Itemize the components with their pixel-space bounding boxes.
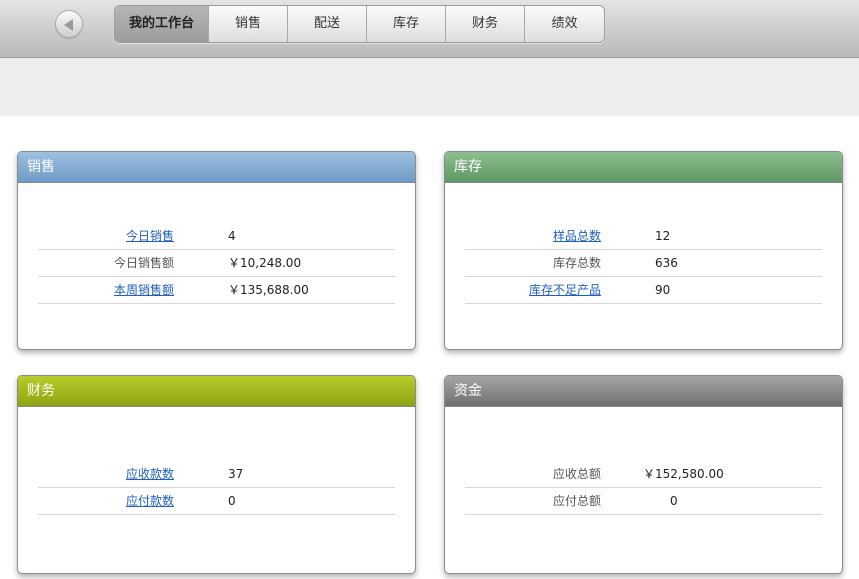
list-item: 今日销售 4	[38, 223, 395, 250]
tab-inventory[interactable]: 库存	[367, 6, 446, 42]
today-sales-amount-value: ￥10,248.00	[228, 256, 302, 270]
receivables-count-value: 37	[228, 467, 244, 481]
receivable-total-value: ￥152,580.00	[643, 467, 724, 481]
tab-finance[interactable]: 财务	[446, 6, 525, 42]
sample-total-value: 12	[655, 229, 671, 243]
low-stock-link[interactable]: 库存不足产品	[529, 277, 601, 304]
inventory-rows: 样品总数 12 库存总数 636 库存不足产品 90	[465, 223, 822, 304]
list-item: 本周销售额 ￥135,688.00	[38, 277, 395, 304]
tab-my-workbench[interactable]: 我的工作台	[115, 6, 209, 42]
tab-delivery[interactable]: 配送	[288, 6, 367, 42]
tab-sales[interactable]: 销售	[209, 6, 288, 42]
list-item: 库存总数 636	[465, 250, 822, 277]
payable-total-value: 0	[670, 494, 678, 508]
list-item: 样品总数 12	[465, 223, 822, 250]
finance-rows: 应收款数 37 应付款数 0	[38, 461, 395, 515]
receivable-total-label: 应收总额	[552, 467, 601, 481]
stock-total-value: 636	[655, 256, 678, 270]
inventory-panel: 库存 样品总数 12 库存总数 636 库存不足产品 90	[444, 151, 843, 350]
list-item: 应收款数 37	[38, 461, 395, 488]
back-arrow-icon[interactable]	[55, 10, 83, 38]
receivables-count-link[interactable]: 应收款数	[126, 461, 174, 488]
list-item: 库存不足产品 90	[465, 277, 822, 304]
inventory-panel-title: 库存	[445, 152, 842, 183]
sub-toolbar	[0, 58, 859, 116]
finance-panel-title: 财务	[18, 376, 415, 407]
sales-panel: 销售 今日销售 4 今日销售额 ￥10,248.00 本周销售额 ￥135,68…	[17, 151, 416, 350]
funds-rows: 应收总额 ￥152,580.00 应付总额 0	[465, 461, 822, 515]
payables-count-value: 0	[228, 494, 236, 508]
stock-total-label: 库存总数	[552, 256, 601, 270]
sample-total-link[interactable]: 样品总数	[553, 223, 601, 250]
low-stock-value: 90	[655, 283, 671, 297]
payable-total-label: 应付总额	[552, 494, 601, 508]
today-sales-amount-label: 今日销售额	[113, 256, 174, 270]
payables-count-link[interactable]: 应付款数	[126, 488, 174, 515]
list-item: 今日销售额 ￥10,248.00	[38, 250, 395, 277]
list-item: 应收总额 ￥152,580.00	[465, 461, 822, 488]
list-item: 应付总额 0	[465, 488, 822, 515]
today-sales-value: 4	[228, 229, 236, 243]
sales-panel-title: 销售	[18, 152, 415, 183]
sales-rows: 今日销售 4 今日销售额 ￥10,248.00 本周销售额 ￥135,688.0…	[38, 223, 395, 304]
funds-panel-title: 资金	[445, 376, 842, 407]
top-toolbar: 我的工作台 销售 配送 库存 财务 绩效	[0, 0, 859, 58]
list-item: 应付款数 0	[38, 488, 395, 515]
today-sales-link[interactable]: 今日销售	[126, 223, 174, 250]
finance-panel: 财务 应收款数 37 应付款数 0	[17, 375, 416, 574]
back-arrow-glyph	[64, 19, 73, 31]
week-sales-amount-link[interactable]: 本周销售额	[114, 277, 174, 304]
main-nav-tabs: 我的工作台 销售 配送 库存 财务 绩效	[114, 5, 605, 43]
funds-panel: 资金 应收总额 ￥152,580.00 应付总额 0	[444, 375, 843, 574]
week-sales-amount-value: ￥135,688.00	[228, 283, 309, 297]
tab-performance[interactable]: 绩效	[525, 6, 604, 42]
